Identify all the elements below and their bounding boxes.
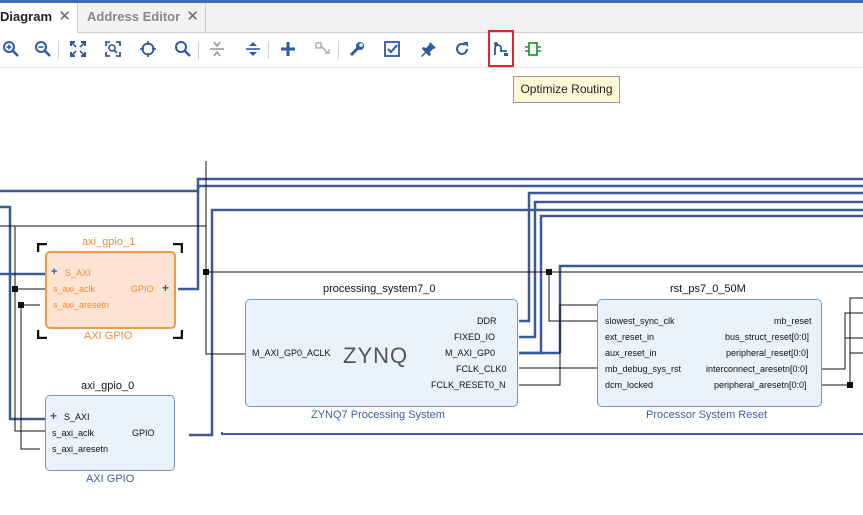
search-button[interactable] xyxy=(172,38,194,60)
interface-plus-icon: + xyxy=(162,281,170,295)
close-icon[interactable]: ✕ xyxy=(186,3,199,31)
port-fclk-reset0-n: FCLK_RESET0_N xyxy=(431,380,506,390)
make-connection-button[interactable] xyxy=(312,38,334,60)
interface-plus-icon: + xyxy=(50,409,58,423)
default-view-button[interactable] xyxy=(522,38,544,60)
tab-diagram[interactable]: Diagram ✕ xyxy=(0,3,78,33)
block-body: + S_AXI s_axi_aclk s_axi_aresetn GPIO xyxy=(45,395,175,471)
block-title: rst_ps7_0_50M xyxy=(670,283,746,295)
diagram-toolbar xyxy=(0,33,863,68)
zoom-in-icon xyxy=(3,41,19,57)
zynq-logo: ZYNQ xyxy=(343,343,409,368)
properties-button[interactable] xyxy=(346,38,368,60)
toolbar-divider xyxy=(198,41,199,59)
collapse-button[interactable] xyxy=(206,38,228,60)
port-s-axi-aclk: s_axi_aclk xyxy=(53,284,96,294)
port-ext-reset-in: ext_reset_in xyxy=(605,332,655,342)
validate-button[interactable] xyxy=(381,38,403,60)
toolbar-divider xyxy=(58,41,59,59)
zoom-selection-icon xyxy=(105,41,121,57)
port-m-axi-gp0-aclk: M_AXI_GP0_ACLK xyxy=(252,348,331,358)
optimize-routing-tooltip: Optimize Routing xyxy=(513,76,620,103)
port-mb-debug-sys-rst: mb_debug_sys_rst xyxy=(605,364,682,374)
regenerate-layout-button[interactable] xyxy=(451,38,473,60)
optimize-routing-highlight xyxy=(488,30,514,67)
port-m-axi-gp0: M_AXI_GP0 xyxy=(445,348,496,358)
block-subtitle: Processor System Reset xyxy=(646,409,768,421)
check-icon xyxy=(384,41,400,57)
refresh-icon xyxy=(456,42,468,55)
port-dcm-locked: dcm_locked xyxy=(605,380,654,390)
add-ip-button[interactable] xyxy=(277,38,299,60)
pin-button[interactable] xyxy=(418,38,440,60)
zoom-fit-button[interactable] xyxy=(67,38,89,60)
chip-icon xyxy=(525,42,541,56)
block-title: axi_gpio_0 xyxy=(81,380,135,392)
toolbar-divider xyxy=(338,41,339,59)
port-peripheral-reset: peripheral_reset[0:0] xyxy=(726,348,809,358)
tab-diagram-label: Diagram xyxy=(0,9,53,24)
zoom-out-button[interactable] xyxy=(32,38,54,60)
search-icon xyxy=(175,41,191,57)
diagram-canvas[interactable]: axi_gpio_1 + S_AXI s_axi_aclk s_axi_ares… xyxy=(0,68,863,515)
block-body: M_AXI_GP0_ACLK ZYNQ DDR FIXED_IO M_AXI_G… xyxy=(245,299,518,407)
tab-bar: Diagram ✕ Address Editor ✕ xyxy=(0,0,863,33)
port-aux-reset-in: aux_reset_in xyxy=(605,348,657,358)
port-fclk-clk0: FCLK_CLK0 xyxy=(456,364,507,374)
port-s-axi-aresetn: s_axi_aresetn xyxy=(53,300,110,310)
zoom-in-button[interactable] xyxy=(0,38,22,60)
block-body: slowest_sync_clk ext_reset_in aux_reset_… xyxy=(597,299,822,407)
expand-icon xyxy=(246,42,260,56)
block-subtitle: AXI GPIO xyxy=(86,473,135,485)
port-peripheral-aresetn: peripheral_aresetn[0:0] xyxy=(714,380,807,390)
port-s-axi: S_AXI xyxy=(65,268,91,278)
tab-address-editor-label: Address Editor xyxy=(87,9,181,24)
tab-address-editor[interactable]: Address Editor ✕ xyxy=(79,3,206,33)
zoom-selection-button[interactable] xyxy=(102,38,124,60)
port-s-axi: S_AXI xyxy=(64,412,90,422)
block-body: + S_AXI s_axi_aclk s_axi_aresetn GPIO + xyxy=(45,251,176,329)
port-mb-reset: mb_reset xyxy=(774,316,812,326)
pin-icon xyxy=(421,42,436,57)
port-gpio: GPIO xyxy=(131,284,154,294)
close-icon[interactable]: ✕ xyxy=(58,3,71,31)
block-title: processing_system7_0 xyxy=(323,283,436,295)
port-ddr: DDR xyxy=(477,316,497,326)
toolbar-divider xyxy=(268,41,269,59)
port-bus-struct-reset: bus_struct_reset[0:0] xyxy=(725,332,810,342)
zoom-fit-icon xyxy=(70,41,86,57)
port-gpio: GPIO xyxy=(132,428,155,438)
collapse-icon xyxy=(210,41,224,57)
port-s-axi-aclk: s_axi_aclk xyxy=(52,428,95,438)
autofit-button[interactable] xyxy=(137,38,159,60)
block-subtitle: AXI GPIO xyxy=(84,330,133,342)
expand-button[interactable] xyxy=(242,38,264,60)
port-fixed-io: FIXED_IO xyxy=(454,332,496,342)
connect-icon xyxy=(315,42,330,54)
port-interconnect-aresetn: interconnect_aresetn[0:0] xyxy=(706,364,808,374)
crosshair-icon xyxy=(140,41,156,57)
zoom-out-icon xyxy=(35,41,51,57)
plus-icon xyxy=(281,42,295,56)
port-slowest-sync-clk: slowest_sync_clk xyxy=(605,316,675,326)
interface-plus-icon: + xyxy=(51,266,58,278)
port-s-axi-aresetn: s_axi_aresetn xyxy=(52,444,109,454)
wrench-icon xyxy=(349,42,364,57)
block-subtitle: ZYNQ7 Processing System xyxy=(311,409,445,421)
